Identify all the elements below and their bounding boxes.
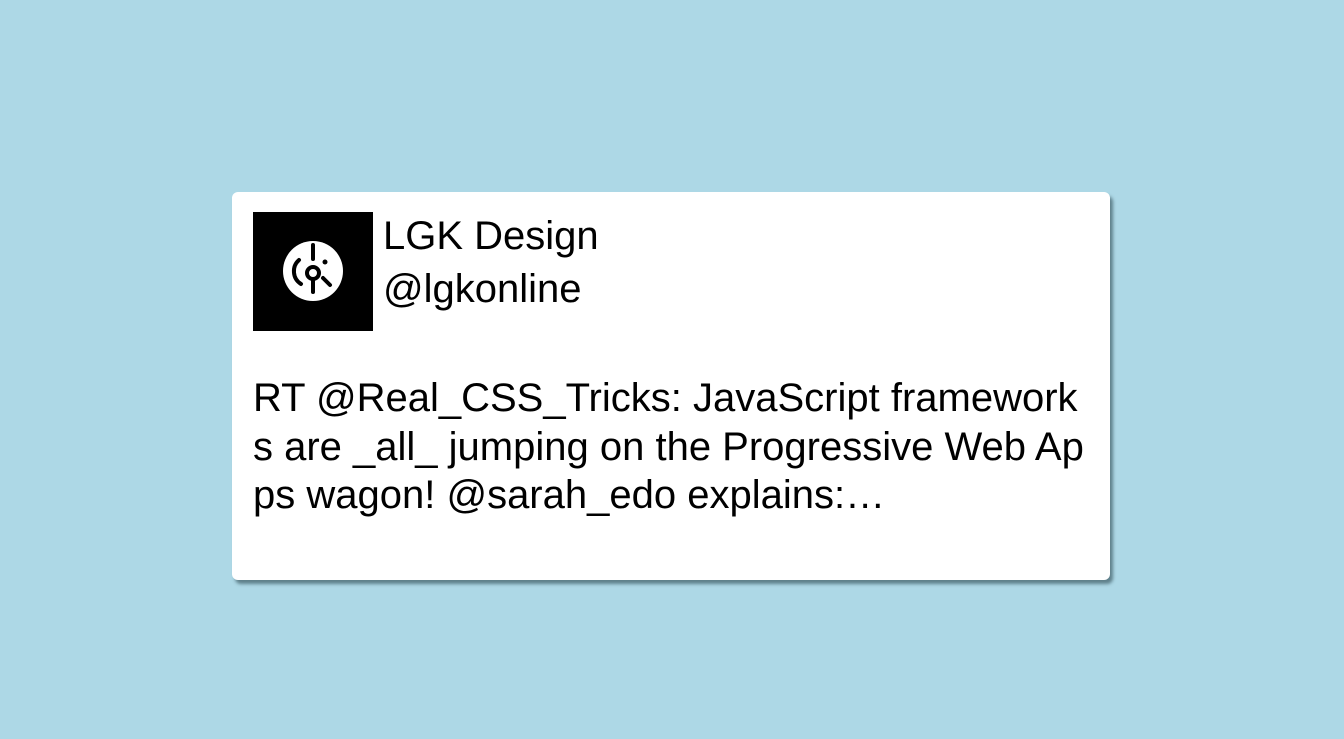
- lgk-logo-icon: [283, 241, 343, 301]
- author-handle[interactable]: @lgkonline: [383, 266, 582, 312]
- tweet-card: LGK Design @lgkonline RT @Real_CSS_Trick…: [232, 192, 1110, 580]
- author-name[interactable]: LGK Design: [383, 213, 599, 259]
- avatar[interactable]: [253, 212, 373, 331]
- tweet-text: RT @Real_CSS_Tricks: JavaScript framewor…: [253, 376, 1084, 517]
